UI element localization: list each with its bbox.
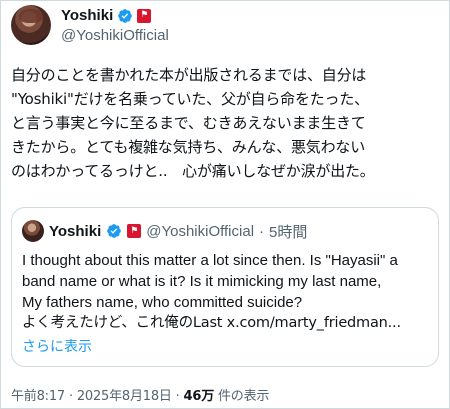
quoted-author-name: Yoshiki	[49, 222, 102, 240]
tweet-text-line: 自分のことを書かれた本が出版されるまでは、自分は	[11, 66, 367, 84]
author-name-line: Yoshiki ⚑	[61, 7, 152, 24]
tweet-time-link[interactable]: 午前8:17 · 2025年8月18日	[11, 389, 172, 404]
verified-badge-icon	[118, 8, 133, 23]
quoted-separator: ·	[259, 222, 265, 240]
author-name[interactable]: Yoshiki	[61, 7, 113, 24]
view-count-label: 件の表示	[217, 389, 270, 404]
verified-badge-icon	[107, 224, 122, 238]
quoted-text-line: My fathers name, who committed suicide?	[22, 294, 303, 311]
tweet-card: Yoshiki ⚑ @YoshikiOfficial 自分のことを書かれた本が出…	[0, 0, 450, 409]
tweet-date: 2025年8月18日	[76, 389, 172, 404]
tweet-text: 自分のことを書かれた本が出版されるまでは、自分は "Yoshiki"だけを名乗っ…	[11, 63, 443, 183]
view-count: 46万	[183, 389, 215, 404]
red-flag-badge-icon: ⚑	[127, 224, 142, 238]
tweet-text-line: きたから。とても複雑な気持ち、みんな、悪気わない	[11, 138, 366, 156]
tweet-text-line: と言う事実と今に至るまで、むきあえないまま生きて	[11, 114, 366, 132]
quoted-text-line: band name or what is it? Is it mimicking…	[22, 273, 382, 290]
quoted-tweet-header: Yoshiki ⚑ @YoshikiOfficial · 5時間	[22, 220, 307, 242]
quoted-author-handle: @YoshikiOfficial	[146, 222, 255, 240]
quoted-time[interactable]: 5時間	[269, 221, 307, 242]
author-avatar[interactable]	[11, 5, 51, 45]
tweet-time: 午前8:17	[11, 389, 65, 404]
tweet-meta: 午前8:17 · 2025年8月18日 · 46万 件の表示	[11, 385, 269, 404]
tweet-header: Yoshiki ⚑ @YoshikiOfficial	[11, 5, 431, 49]
tweet-text-line: のはわかってるっけと.. 心が痛いしなぜか涙が出た。	[11, 162, 375, 180]
quoted-tweet[interactable]: Yoshiki ⚑ @YoshikiOfficial · 5時間 I thoug…	[11, 207, 439, 367]
meta-separator: ·	[68, 389, 73, 404]
show-more-link[interactable]: さらに表示	[22, 336, 92, 356]
quoted-text-line: よく考えたけど、これ俺のLast x.com/marty_friedman...	[22, 315, 401, 331]
red-flag-badge-icon: ⚑	[137, 8, 152, 23]
author-handle[interactable]: @YoshikiOfficial	[61, 27, 169, 44]
quoted-author-avatar	[22, 220, 44, 242]
quoted-text-line: I thought about this matter a lot since …	[22, 252, 398, 269]
meta-separator: ·	[175, 389, 180, 404]
tweet-text-line: "Yoshiki"だけを名乗っていた、父が自ら命をたった、	[11, 90, 369, 108]
quoted-tweet-text: I thought about this matter a lot since …	[22, 250, 432, 334]
